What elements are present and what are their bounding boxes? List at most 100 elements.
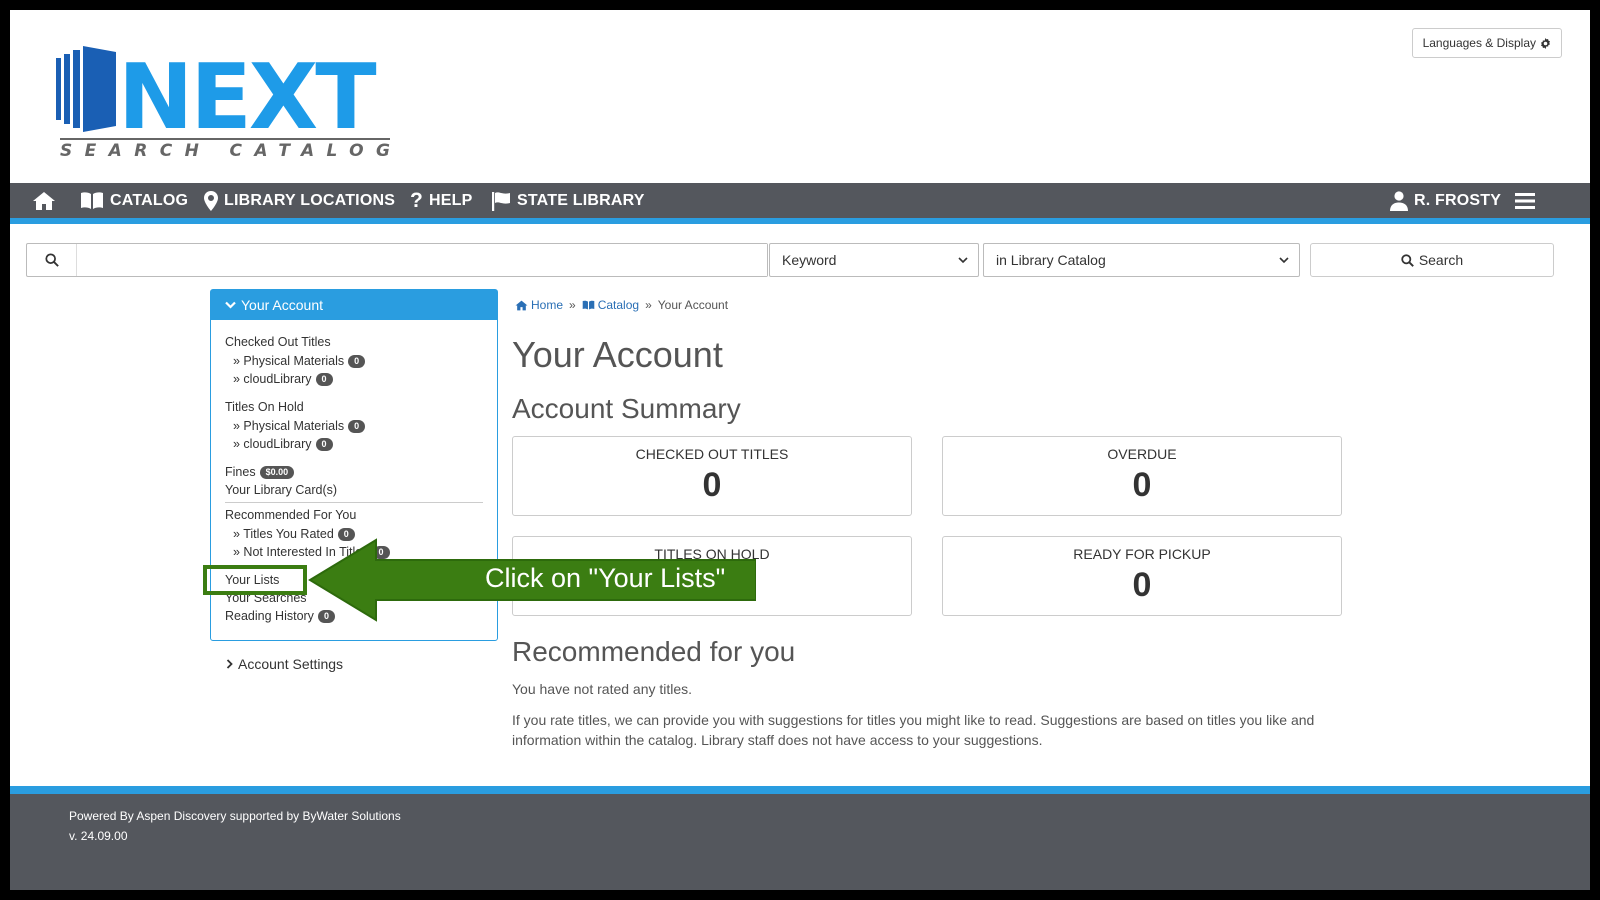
card-label: CHECKED OUT TITLES [635, 446, 789, 462]
breadcrumb-current: Your Account [657, 298, 729, 312]
search-box [26, 243, 768, 277]
footer: Powered By Aspen Discovery supported by … [10, 794, 1590, 890]
fines-link[interactable]: Fines $0.00 [225, 465, 295, 479]
breadcrumb: Home » Catalog » Your Account [515, 298, 728, 312]
breadcrumb-separator: » [645, 298, 652, 312]
gear-icon [1541, 37, 1550, 49]
titles-on-hold-link[interactable]: Titles On Hold [225, 400, 304, 414]
account-settings-link[interactable]: Account Settings [226, 656, 343, 672]
nav-help[interactable]: ? HELP [410, 183, 473, 218]
chevron-down-icon [225, 301, 236, 309]
overdue-card[interactable]: OVERDUE 0 [942, 436, 1342, 516]
footer-powered-by: Powered By Aspen Discovery supported by … [69, 809, 401, 823]
search-type-select[interactable]: Keyword [769, 243, 979, 277]
nav-catalog[interactable]: CATALOG [80, 183, 188, 218]
search-scope-value: in Library Catalog [996, 252, 1106, 268]
search-type-value: Keyword [782, 252, 837, 268]
checked-out-cloudlibrary-link[interactable]: » cloudLibrary 0 [233, 372, 333, 386]
search-icon [27, 244, 77, 276]
card-value: 0 [1132, 566, 1152, 604]
account-settings-label: Account Settings [238, 656, 344, 672]
recommended-heading: Recommended for you [512, 636, 796, 667]
checked-out-cloudlibrary-label: » cloudLibrary [233, 372, 312, 386]
chevron-right-icon [226, 659, 233, 669]
count-badge: 0 [348, 419, 366, 433]
count-badge: 0 [315, 437, 333, 451]
checked-out-physical-label: » Physical Materials [233, 354, 345, 368]
breadcrumb-catalog[interactable]: Catalog [582, 298, 639, 312]
recommended-description: If you rate titles, we can provide you w… [512, 712, 1315, 748]
holds-physical-link[interactable]: » Physical Materials 0 [233, 419, 366, 433]
library-cards-label: Your Library Card(s) [225, 483, 338, 497]
reading-history-label: Reading History [225, 609, 314, 623]
nav-state-library[interactable]: STATE LIBRARY [491, 183, 645, 218]
account-menu-title: Your Account [241, 297, 323, 313]
ready-for-pickup-card[interactable]: READY FOR PICKUP 0 [942, 536, 1342, 616]
search-button-label: Search [1418, 252, 1464, 268]
home-icon [33, 191, 55, 210]
footer-accent-bar [10, 786, 1590, 794]
nav-library-locations-label: LIBRARY LOCATIONS [224, 191, 396, 209]
nav-help-label: HELP [429, 191, 473, 209]
count-badge: 0 [315, 372, 333, 386]
chevron-down-icon [1279, 256, 1289, 263]
card-label: OVERDUE [1107, 446, 1177, 462]
search-icon [1401, 253, 1414, 267]
menu-toggle[interactable] [1515, 183, 1535, 218]
book-icon [81, 192, 103, 209]
your-lists-highlight-box [203, 565, 307, 595]
user-icon [1390, 190, 1408, 211]
question-icon: ? [410, 188, 424, 212]
fines-amount-badge: $0.00 [259, 465, 295, 479]
checked-out-titles-link[interactable]: Checked Out Titles [225, 335, 331, 349]
nav-user-account[interactable]: R. FROSTY [1390, 183, 1501, 218]
card-value: 0 [1132, 466, 1152, 504]
nav-underline [10, 218, 1590, 224]
card-label: READY FOR PICKUP [1073, 546, 1211, 562]
search-scope-select[interactable]: in Library Catalog [983, 243, 1300, 277]
nav-library-locations[interactable]: LIBRARY LOCATIONS [204, 183, 395, 218]
search-button[interactable]: Search [1310, 243, 1554, 277]
chevron-down-icon [958, 256, 968, 263]
library-logo[interactable]: NEXT SEARCH CATALOG [56, 44, 396, 164]
main-nav: CATALOG LIBRARY LOCATIONS ? HELP STATE L… [10, 183, 1590, 218]
search-input[interactable] [77, 244, 767, 276]
account-menu-header[interactable]: Your Account [211, 290, 497, 320]
breadcrumb-catalog-label: Catalog [597, 298, 640, 312]
holds-physical-label: » Physical Materials [233, 419, 345, 433]
breadcrumb-separator: » [569, 298, 576, 312]
fines-label: Fines [225, 465, 256, 479]
recommended-for-you-link[interactable]: Recommended For You [225, 508, 356, 522]
sidebar-divider [225, 502, 483, 503]
browser-page: NEXT SEARCH CATALOG Languages & Display … [10, 10, 1590, 890]
recommended-for-you-label: Recommended For You [225, 508, 357, 522]
footer-version: v. 24.09.00 [69, 829, 128, 843]
nav-catalog-label: CATALOG [110, 191, 189, 209]
svg-text:NEXT: NEXT [118, 45, 376, 150]
flag-icon [492, 191, 510, 211]
titles-on-hold-label: Titles On Hold [225, 400, 304, 414]
card-value: 0 [702, 466, 722, 504]
holds-cloudlibrary-label: » cloudLibrary [233, 437, 312, 451]
home-icon [515, 300, 528, 310]
languages-display-button[interactable]: Languages & Display [1411, 28, 1562, 58]
breadcrumb-home[interactable]: Home [515, 298, 563, 312]
recommended-note: You have not rated any titles. [512, 681, 693, 697]
breadcrumb-home-label: Home [531, 298, 564, 312]
page-title: Your Account [512, 334, 723, 375]
library-cards-link[interactable]: Your Library Card(s) [225, 483, 337, 497]
book-icon [582, 300, 594, 310]
checked-out-physical-link[interactable]: » Physical Materials 0 [233, 354, 366, 368]
callout-text: Click on "Your Lists" [485, 563, 726, 593]
count-badge: 0 [348, 354, 366, 368]
holds-cloudlibrary-link[interactable]: » cloudLibrary 0 [233, 437, 333, 451]
checked-out-card[interactable]: CHECKED OUT TITLES 0 [512, 436, 912, 516]
user-name: R. FROSTY [1414, 191, 1502, 209]
account-summary-heading: Account Summary [512, 393, 741, 424]
checked-out-titles-label: Checked Out Titles [225, 335, 331, 349]
nav-home[interactable] [32, 183, 56, 218]
languages-display-label: Languages & Display [1422, 36, 1536, 50]
hamburger-menu-icon [1515, 192, 1535, 209]
nav-state-library-label: STATE LIBRARY [517, 191, 645, 209]
map-marker-icon [204, 190, 218, 211]
